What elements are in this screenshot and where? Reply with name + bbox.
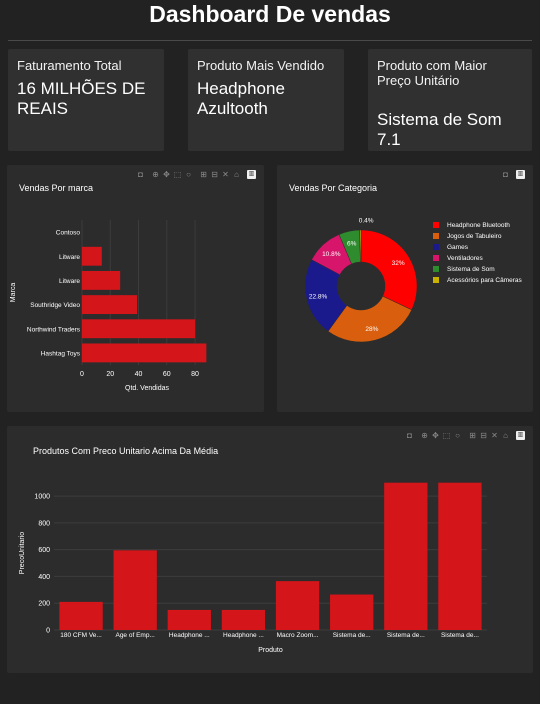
price-x-tick-label: Macro Zoom...: [277, 632, 319, 639]
price-x-tick-label: Age of Emp...: [115, 632, 155, 639]
brand-y-tick-label: Hashtag Toys: [41, 350, 81, 357]
brand-bar: [82, 270, 121, 290]
category-slice: [360, 229, 418, 311]
category-legend-swatch: [433, 244, 439, 250]
kpi-card-highest-price: Produto com Maior Preço Unitário Sistema…: [368, 49, 532, 151]
price-x-tick-label: 180 CFM Ve...: [60, 632, 102, 639]
brand-y-tick-label: Litware: [59, 278, 80, 285]
brand-y-tick-label: Contoso: [56, 230, 81, 237]
brand-sales-panel: ◘ ⊕ ✥ ⬚ ○ ⊞ ⊟ ✕ ⌂ ▥ Vendas Por marca 0 20…: [7, 165, 264, 412]
brand-bar: [82, 319, 196, 339]
price-bar: [113, 550, 157, 630]
brand-x-tick-label: 40: [135, 371, 143, 378]
above-average-panel: ◘ ⊕ ✥ ⬚ ○ ⊞ ⊟ ✕ ⌂ ▥ Produtos Com Preco U…: [7, 426, 533, 673]
category-sales-chart: 32% 28% 22.8% 10.8% 6% 0.4% Headphone Bluetoot…: [304, 218, 523, 343]
price-bar: [275, 581, 320, 630]
category-legend-swatch: [433, 277, 439, 283]
category-legend-label: Acessórios para Câmeras: [447, 277, 523, 284]
price-x-tick-label: Sistema de...: [333, 632, 371, 639]
kpi-label-highest-price: Produto com Maior Preço Unitário: [377, 58, 487, 88]
category-legend-swatch: [433, 255, 439, 261]
category-slice-label: 32%: [392, 260, 405, 267]
category-legend-label: Ventiladores: [447, 255, 484, 262]
price-x-axis-label: Produto: [258, 647, 283, 654]
category-legend-label: Headphone Bluetooth: [447, 222, 510, 229]
category-legend-swatch: [433, 266, 439, 272]
brand-bar: [82, 295, 138, 315]
kpi-label-revenue: Faturamento Total: [17, 58, 122, 73]
brand-x-axis-label: Qtd. Vendidas: [125, 385, 169, 392]
category-slice-label: 6%: [347, 241, 357, 248]
price-bar: [221, 609, 266, 630]
price-chart: 0 200 400 600 800 1000 PrecoUnitario Produto 180…: [19, 482, 487, 654]
price-x-tick-label: Headphone ...: [223, 632, 264, 639]
kpi-card-top-product: Produto Mais Vendido Headphone Azultooth: [188, 49, 344, 151]
price-y-axis-label: PrecoUnitario: [19, 532, 26, 575]
price-y-tick-label: 800: [38, 520, 50, 527]
kpi-label-top-product: Produto Mais Vendido: [197, 58, 325, 73]
price-bar: [438, 482, 482, 630]
brand-y-tick-label: Southridge Video: [30, 302, 80, 309]
title-divider: [8, 40, 532, 41]
page-title: Dashboard De vendas: [149, 1, 391, 27]
kpi-value-top-product: Headphone Azultooth: [197, 79, 285, 118]
brand-y-tick-label: Litware: [59, 254, 80, 261]
kpi-card-revenue: Faturamento Total 16 MILHÕES DE REAIS: [8, 49, 164, 151]
price-x-tick-label: Sistema de...: [441, 632, 479, 639]
category-legend-swatch: [433, 233, 439, 239]
kpi-value-highest-price: Sistema de Som 7.1: [377, 110, 502, 149]
category-legend-label: Sistema de Som: [447, 266, 495, 273]
brand-y-tick-label: Northwind Traders: [27, 326, 81, 333]
category-slice-label: 22.8%: [309, 293, 328, 300]
brand-x-tick-label: 80: [191, 371, 199, 378]
price-bar: [59, 601, 103, 630]
brand-x-tick-label: 20: [106, 371, 114, 378]
brand-bar: [82, 343, 207, 363]
price-bar: [330, 594, 374, 630]
price-x-tick-label: Sistema de...: [387, 632, 425, 639]
price-y-tick-label: 400: [38, 574, 50, 581]
category-legend-label: Jogos de Tabuleiro: [447, 233, 502, 240]
category-legend-label: Games: [447, 244, 469, 251]
kpi-value-revenue: 16 MILHÕES DE REAIS: [17, 79, 146, 118]
price-bar: [384, 482, 428, 630]
price-y-tick-label: 1000: [34, 494, 50, 501]
category-slice-label: 28%: [365, 326, 378, 333]
price-bar: [167, 609, 211, 630]
category-sales-panel: ◘ ▥ Vendas Por Categoria 32% 28% 22.8% 10.8…: [277, 165, 533, 412]
category-slice-label: 10.8%: [322, 251, 341, 258]
price-y-tick-label: 600: [38, 547, 50, 554]
price-x-tick-label: Headphone ...: [169, 632, 210, 639]
brand-bar: [82, 246, 102, 266]
price-y-tick-label: 200: [38, 601, 50, 608]
brand-sales-chart: 0 20 40 60 80 Qtd. Vendidas Marca Contoso Litwar…: [10, 220, 207, 392]
brand-x-tick-label: 60: [163, 371, 171, 378]
brand-x-tick-label: 0: [80, 371, 84, 378]
price-y-tick-label: 0: [46, 628, 50, 635]
category-slice-label: 0.4%: [359, 218, 374, 225]
category-legend-swatch: [433, 222, 439, 228]
brand-y-axis-label: Marca: [10, 283, 17, 303]
